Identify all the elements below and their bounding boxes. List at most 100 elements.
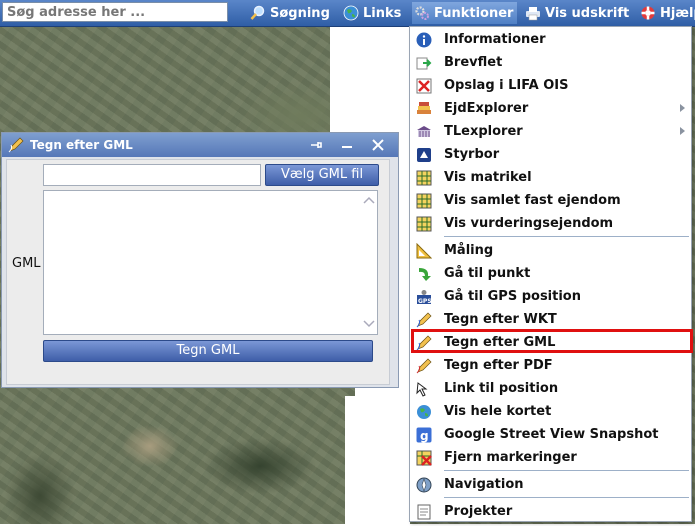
menu-item-label: Vis samlet fast ejendom bbox=[444, 193, 621, 208]
menu-item-tlexplorer[interactable]: TLexplorer bbox=[410, 120, 691, 143]
menu-item-fjern-markeringer[interactable]: Fjern markeringer bbox=[410, 446, 691, 469]
menu-item-label: TLexplorer bbox=[444, 124, 523, 139]
menu-item-label: Gå til GPS position bbox=[444, 289, 581, 304]
help-menu-label: Hjælp bbox=[660, 5, 695, 21]
functions-dropdown: Informationer Brevflet Opslag i LIFA OIS… bbox=[409, 26, 692, 522]
links-menu[interactable]: Links bbox=[343, 4, 401, 22]
map-nodata-area bbox=[345, 396, 410, 526]
gml-file-field[interactable] bbox=[43, 164, 261, 186]
menu-item-label: Tegn efter GML bbox=[444, 335, 556, 350]
globe-icon bbox=[343, 5, 359, 21]
pin-icon[interactable] bbox=[308, 137, 324, 153]
menu-item-label: Navigation bbox=[444, 477, 524, 492]
menu-item-projekter[interactable]: Projekter bbox=[410, 500, 691, 523]
search-menu[interactable]: Søgning bbox=[250, 4, 330, 22]
draw-icon bbox=[416, 312, 432, 327]
menu-item-tegn-pdf[interactable]: Tegn efter PDF bbox=[410, 354, 691, 377]
gps-icon: GPS bbox=[417, 289, 432, 305]
print-icon bbox=[526, 7, 540, 21]
menu-item-label: Tegn efter WKT bbox=[444, 312, 557, 327]
functions-menu-label: Funktioner bbox=[434, 5, 514, 21]
lifebuoy-icon bbox=[641, 6, 655, 20]
menu-item-label: Styrbor bbox=[444, 147, 500, 162]
gml-textarea[interactable] bbox=[43, 190, 378, 335]
address-search-input[interactable] bbox=[2, 2, 228, 22]
menu-item-label: Google Street View Snapshot bbox=[444, 427, 659, 442]
steering-icon bbox=[417, 147, 431, 162]
cadastre-icon bbox=[416, 170, 432, 185]
google-icon: g bbox=[416, 427, 432, 443]
choose-gml-file-button[interactable]: Vælg GML fil bbox=[265, 164, 379, 186]
draw-icon bbox=[8, 137, 24, 153]
menu-item-vis-samlet[interactable]: Vis samlet fast ejendom bbox=[410, 189, 691, 212]
menu-item-maaling[interactable]: Måling bbox=[410, 239, 691, 262]
menu-item-tegn-gml[interactable]: Tegn efter GML bbox=[410, 331, 691, 354]
dialog-titlebar[interactable]: Tegn efter GML bbox=[2, 133, 398, 157]
menu-item-vis-matrikel[interactable]: Vis matrikel bbox=[410, 166, 691, 189]
menu-item-vis-hele-kortet[interactable]: Vis hele kortet bbox=[410, 400, 691, 423]
menu-item-link-position[interactable]: Link til position bbox=[410, 377, 691, 400]
link-icon bbox=[416, 381, 428, 397]
menu-item-tegn-wkt[interactable]: Tegn efter WKT bbox=[410, 308, 691, 331]
gears-icon bbox=[415, 6, 429, 20]
menu-item-label: EjdExplorer bbox=[444, 101, 529, 116]
menu-separator bbox=[444, 236, 689, 237]
goto-point-icon bbox=[419, 267, 431, 281]
menu-item-label: Vis vurderingsejendom bbox=[444, 216, 614, 231]
print-menu-label: Vis udskrift bbox=[545, 5, 630, 21]
projects-icon bbox=[417, 504, 431, 519]
menu-item-gaa-til-gps[interactable]: GPS Gå til GPS position bbox=[410, 285, 691, 308]
menu-item-brevflet[interactable]: Brevflet bbox=[410, 51, 691, 74]
menu-item-label: Tegn efter PDF bbox=[444, 358, 553, 373]
gml-label: GML bbox=[12, 256, 41, 271]
submenu-arrow-icon bbox=[680, 127, 685, 135]
cadastre-icon bbox=[416, 216, 432, 231]
search-icon bbox=[250, 5, 265, 20]
submenu-arrow-icon bbox=[680, 104, 685, 112]
functions-menu[interactable]: Funktioner bbox=[412, 2, 518, 24]
dialog-title: Tegn efter GML bbox=[30, 138, 133, 152]
menu-item-label: Fjern markeringer bbox=[444, 450, 577, 465]
menu-item-street-view[interactable]: g Google Street View Snapshot bbox=[410, 423, 691, 446]
lifa-ois-icon bbox=[416, 78, 432, 93]
mail-merge-icon bbox=[416, 57, 432, 69]
menu-item-label: Måling bbox=[444, 243, 494, 258]
menu-separator bbox=[444, 497, 689, 498]
menu-item-label: Link til position bbox=[444, 381, 559, 396]
menu-item-opslag-lifa[interactable]: Opslag i LIFA OIS bbox=[410, 74, 691, 97]
close-icon[interactable] bbox=[370, 137, 386, 153]
scroll-down-icon[interactable] bbox=[363, 320, 375, 328]
svg-text:g: g bbox=[420, 429, 429, 443]
menu-item-informationer[interactable]: Informationer bbox=[410, 28, 691, 51]
search-menu-label: Søgning bbox=[270, 5, 330, 21]
draw-icon bbox=[416, 358, 432, 373]
books-icon bbox=[417, 101, 431, 114]
remove-markings-icon bbox=[416, 450, 432, 466]
draw-gml-dialog: Tegn efter GML GML Vælg GML fil Tegn GML bbox=[1, 132, 399, 388]
menu-item-label: Informationer bbox=[444, 32, 546, 47]
menu-item-label: Projekter bbox=[444, 504, 513, 519]
scroll-up-icon[interactable] bbox=[363, 196, 375, 204]
dialog-body: GML Vælg GML fil Tegn GML bbox=[6, 159, 390, 385]
links-menu-label: Links bbox=[363, 5, 402, 21]
draw-gml-button[interactable]: Tegn GML bbox=[43, 340, 373, 362]
info-icon bbox=[416, 32, 432, 47]
draw-icon bbox=[416, 335, 432, 350]
menu-item-gaa-til-punkt[interactable]: Gå til punkt bbox=[410, 262, 691, 285]
help-menu[interactable]: Hjælp bbox=[640, 4, 695, 22]
menu-item-styrbor[interactable]: Styrbor bbox=[410, 143, 691, 166]
top-toolbar: Søgning Links Funktioner Vis udskrift Hj… bbox=[0, 0, 695, 27]
svg-text:GPS: GPS bbox=[418, 298, 432, 305]
menu-item-vis-vurdering[interactable]: Vis vurderingsejendom bbox=[410, 212, 691, 235]
print-menu[interactable]: Vis udskrift bbox=[525, 4, 629, 22]
cadastre-icon bbox=[416, 193, 432, 208]
compass-icon bbox=[416, 477, 432, 492]
ruler-icon bbox=[416, 242, 432, 258]
minimize-icon[interactable] bbox=[339, 137, 355, 153]
globe-icon bbox=[417, 404, 431, 419]
menu-item-navigation[interactable]: Navigation bbox=[410, 473, 691, 496]
menu-item-ejdexplorer[interactable]: EjdExplorer bbox=[410, 97, 691, 120]
menu-separator bbox=[444, 470, 689, 471]
menu-item-label: Vis hele kortet bbox=[444, 404, 552, 419]
menu-item-label: Opslag i LIFA OIS bbox=[444, 78, 569, 93]
